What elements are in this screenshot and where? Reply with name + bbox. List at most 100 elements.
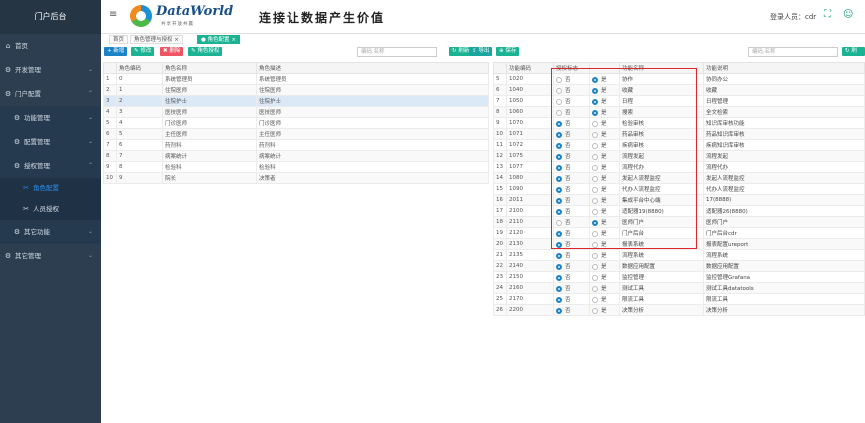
table-cell: 3 bbox=[116, 106, 163, 118]
sidebar-item-1[interactable]: ⚙ 开发管理 ⌄ bbox=[0, 58, 101, 82]
row-number: 21 bbox=[493, 249, 507, 261]
auth-no-cell: 否 bbox=[553, 260, 590, 272]
radio-yes[interactable] bbox=[592, 285, 598, 292]
function-code: 2160 bbox=[506, 282, 554, 294]
table-row[interactable]: 26 2200 否 是 决策分析 决策分析 bbox=[493, 304, 865, 316]
sidebar-item-0[interactable]: ⌂ 首页 bbox=[0, 34, 101, 58]
table-cell: 系统管理员 bbox=[162, 73, 257, 85]
user-icon[interactable]: ☺ bbox=[843, 9, 853, 20]
table-cell: 0 bbox=[116, 73, 163, 85]
table-row[interactable]: 8 7 病案统计 病案统计 bbox=[103, 150, 489, 162]
tab-role-config[interactable]: ● 角色配置 × bbox=[197, 35, 240, 44]
table-cell: 院长 bbox=[162, 172, 257, 184]
table-row[interactable]: 7 6 药剂科 药剂科 bbox=[103, 139, 489, 151]
radio-no[interactable] bbox=[556, 307, 562, 314]
table-row[interactable]: 9 8 检验科 检验科 bbox=[103, 161, 489, 173]
table-row[interactable]: 21 2135 否 是 流程系统 流程系统 bbox=[493, 249, 865, 261]
sidebar-item-7[interactable]: ✂ 人员授权 bbox=[0, 199, 101, 220]
sidebar-item-4[interactable]: ⚙ 配置管理 ⌄ bbox=[0, 130, 101, 154]
function-code: 2200 bbox=[506, 304, 554, 316]
edit-button[interactable]: ✎ 修改 bbox=[131, 47, 155, 56]
table-row[interactable]: 1 0 系统管理员 系统管理员 bbox=[103, 73, 489, 85]
table-row[interactable]: 24 2160 否 是 测试工具 测试工具datatools bbox=[493, 282, 865, 294]
function-code: 1060 bbox=[506, 106, 554, 118]
radio-no[interactable] bbox=[556, 296, 562, 303]
radio-yes-label: 是 bbox=[601, 286, 607, 292]
delete-button[interactable]: ✖ 删除 bbox=[160, 47, 184, 56]
row-number: 14 bbox=[493, 172, 507, 184]
column-header[interactable] bbox=[103, 62, 117, 74]
radio-yes[interactable] bbox=[592, 252, 598, 259]
sidebar-item-label: 其它管理 bbox=[15, 252, 41, 260]
radio-yes-label: 是 bbox=[601, 308, 607, 314]
sidebar-item-6[interactable]: ✂ 角色配置 bbox=[0, 178, 101, 199]
column-header[interactable]: 功能说明 bbox=[703, 62, 865, 74]
table-row[interactable]: 6 5 主任医师 主任医师 bbox=[103, 128, 489, 140]
sidebar-item-3[interactable]: ⚙ 功能管理 ⌄ bbox=[0, 106, 101, 130]
function-description: 疾病知识库审核 bbox=[703, 139, 865, 151]
tab-role-management[interactable]: 角色管理与授权 × bbox=[130, 35, 183, 44]
table-cell: 1 bbox=[116, 84, 163, 96]
function-description: 协同办公 bbox=[703, 73, 865, 85]
function-code: 1050 bbox=[506, 95, 554, 107]
home-icon: ⌂ bbox=[5, 42, 11, 50]
function-description: 发起人流程监控 bbox=[703, 172, 865, 184]
column-header[interactable] bbox=[493, 62, 507, 74]
table-cell: 5 bbox=[116, 128, 163, 140]
func-search-input[interactable] bbox=[748, 47, 838, 57]
close-icon[interactable]: × bbox=[174, 37, 179, 43]
chevron-icon: ⌃ bbox=[87, 90, 93, 97]
function-code: 2170 bbox=[506, 293, 554, 305]
tab-home[interactable]: 首页 bbox=[109, 35, 129, 44]
column-header[interactable]: 角色名称 bbox=[162, 62, 257, 74]
add-button[interactable]: + 新增 bbox=[104, 47, 128, 56]
table-row[interactable]: 4 3 医技医师 医技医师 bbox=[103, 106, 489, 118]
radio-no[interactable] bbox=[556, 252, 562, 259]
table-row[interactable]: 25 2170 否 是 限流工具 限流工具 bbox=[493, 293, 865, 305]
table-row[interactable]: 5 4 门诊医师 门诊医师 bbox=[103, 117, 489, 129]
radio-no[interactable] bbox=[556, 263, 562, 270]
save-button[interactable]: ⊕ 保存 bbox=[496, 47, 520, 56]
sidebar-item-9[interactable]: ⚙ 其它管理 ⌄ bbox=[0, 244, 101, 268]
row-number: 18 bbox=[493, 216, 507, 228]
role-search-input[interactable] bbox=[357, 47, 437, 57]
auth-yes-cell: 是 bbox=[589, 249, 620, 261]
refresh-button[interactable]: ↻ 刷新 bbox=[842, 47, 865, 63]
function-description: 数据应用配置 bbox=[703, 260, 865, 272]
export-button[interactable]: ⇪ 导出 bbox=[469, 47, 493, 56]
radio-yes-label: 是 bbox=[601, 275, 607, 281]
table-row[interactable]: 2 1 住院医师 住院医师 bbox=[103, 84, 489, 96]
radio-yes[interactable] bbox=[592, 296, 598, 303]
table-cell: 住院医师 bbox=[256, 84, 489, 96]
radio-no[interactable] bbox=[556, 274, 562, 281]
table-cell: 检验科 bbox=[162, 161, 257, 173]
radio-no-label: 否 bbox=[565, 275, 571, 281]
function-code: 2120 bbox=[506, 227, 554, 239]
radio-no[interactable] bbox=[556, 285, 562, 292]
function-code: 2135 bbox=[506, 249, 554, 261]
column-header[interactable]: 功能编码 bbox=[506, 62, 554, 74]
sidebar-item-8[interactable]: ⚙ 其它功能 ⌄ bbox=[0, 220, 101, 244]
radio-yes[interactable] bbox=[592, 274, 598, 281]
role-auth-button[interactable]: ✎ 角色授权 bbox=[188, 47, 223, 56]
table-cell: 6 bbox=[103, 128, 117, 140]
radio-yes[interactable] bbox=[592, 263, 598, 270]
logo-icon bbox=[130, 5, 152, 27]
sidebar-item-5[interactable]: ⚙ 授权管理 ⌃ bbox=[0, 154, 101, 178]
column-header[interactable]: 角色编码 bbox=[116, 62, 163, 74]
radio-no-label: 否 bbox=[565, 286, 571, 292]
radio-yes[interactable] bbox=[592, 307, 598, 314]
table-row[interactable]: 23 2150 否 是 监控管理 监控管理Grafana bbox=[493, 271, 865, 283]
gear-icon: ⚙ bbox=[13, 114, 21, 122]
radio-no-label: 否 bbox=[565, 308, 571, 314]
sidebar-item-2[interactable]: ⚙ 门户配置 ⌃ bbox=[0, 82, 101, 106]
table-row[interactable]: 10 9 院长 决策者 bbox=[103, 172, 489, 184]
column-header[interactable]: 角色描述 bbox=[256, 62, 489, 74]
row-number: 24 bbox=[493, 282, 507, 294]
table-row[interactable]: 3 2 住院护士 住院护士 bbox=[103, 95, 489, 107]
menu-toggle-icon[interactable]: ≡ bbox=[109, 9, 117, 20]
close-icon[interactable]: × bbox=[231, 37, 236, 43]
row-number: 8 bbox=[493, 106, 507, 118]
fullscreen-icon[interactable]: ⛶ bbox=[824, 9, 831, 20]
table-row[interactable]: 22 2140 否 是 数据应用配置 数据应用配置 bbox=[493, 260, 865, 272]
